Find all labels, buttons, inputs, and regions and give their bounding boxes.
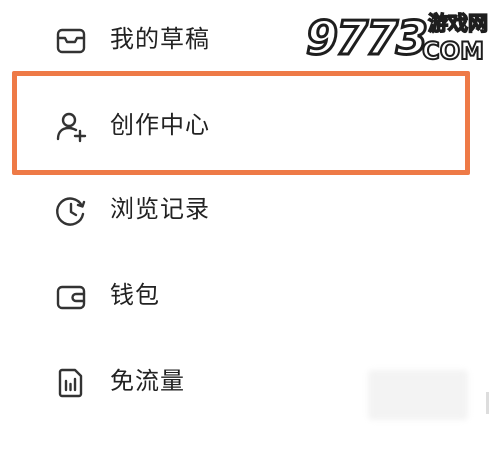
menu-item-label: 钱包	[110, 281, 160, 309]
menu-item-label: 我的草稿	[110, 25, 210, 53]
blurred-patch	[368, 370, 468, 420]
wallet-icon	[54, 280, 88, 314]
watermark-domain: COM	[421, 37, 485, 65]
scroll-edge-mark	[486, 392, 489, 414]
watermark-number: 9773	[304, 11, 429, 66]
menu-item-history[interactable]: 浏览记录	[0, 176, 500, 240]
data-usage-icon	[54, 366, 88, 400]
drafts-tray-icon	[54, 24, 88, 58]
highlight-frame	[12, 71, 470, 175]
menu-item-label: 免流量	[110, 367, 185, 395]
history-clock-icon	[54, 194, 88, 228]
watermark-site-name: 游戏网	[427, 11, 489, 35]
menu-item-label: 浏览记录	[110, 195, 210, 223]
site-watermark-logo: 9773 游戏网 COM	[302, 10, 490, 68]
menu-item-wallet[interactable]: 钱包	[0, 262, 500, 326]
